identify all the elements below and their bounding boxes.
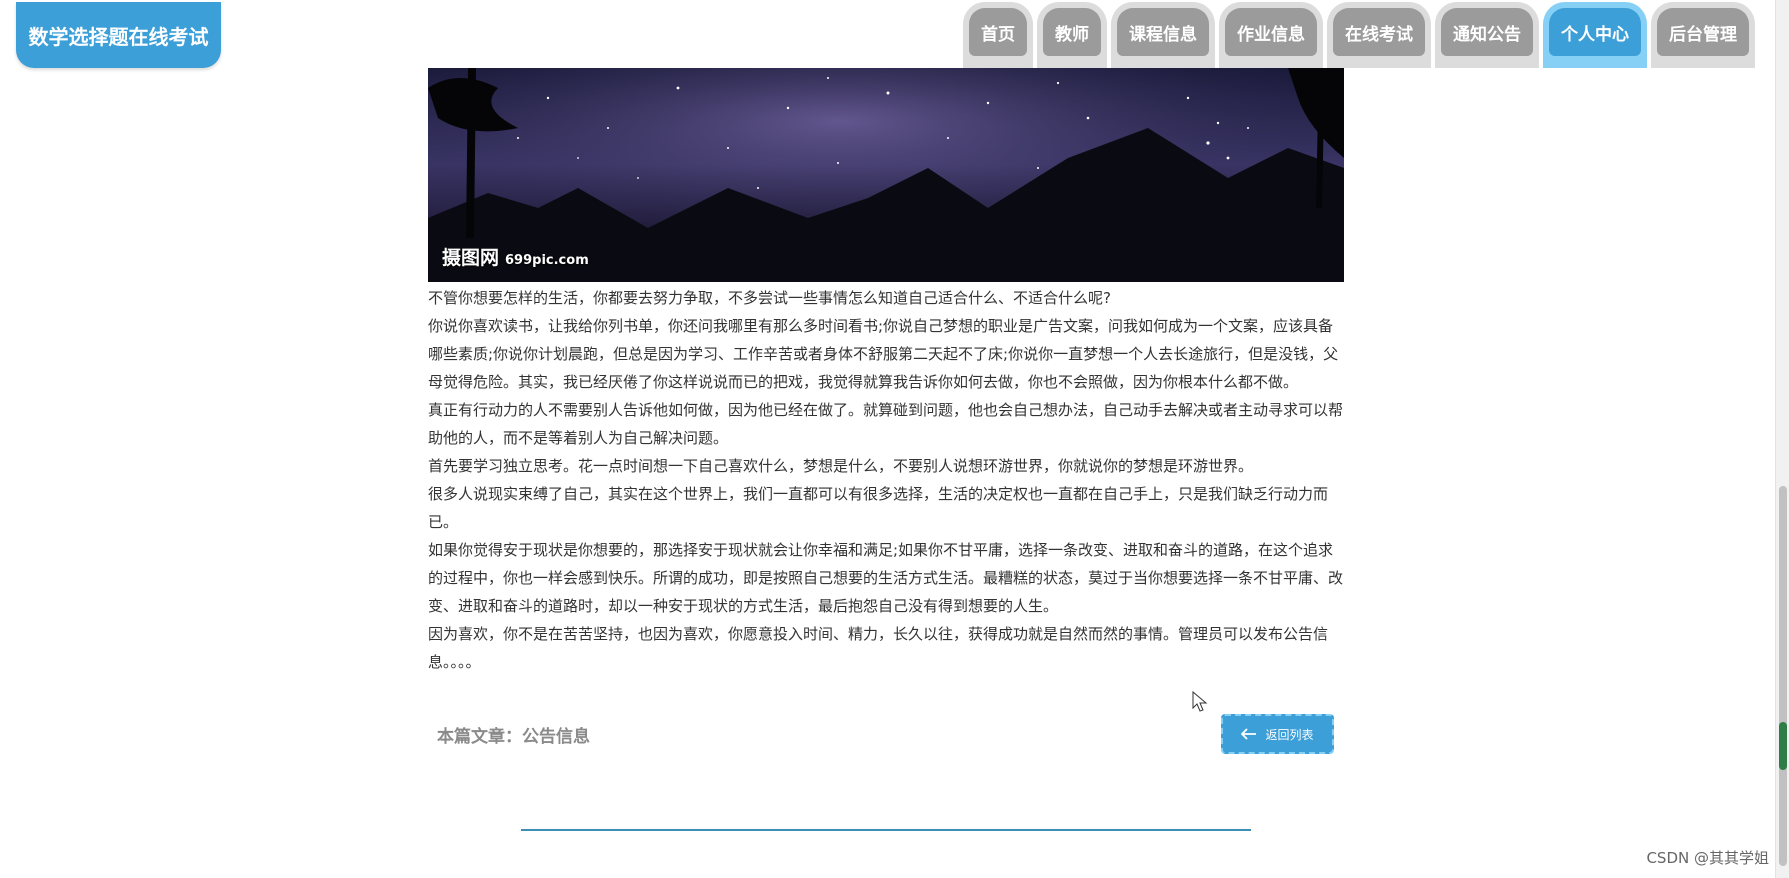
scrollbar-thumb[interactable] <box>1779 486 1787 866</box>
nav-homework-info[interactable]: 作业信息 <box>1219 2 1323 68</box>
nav-admin[interactable]: 后台管理 <box>1651 2 1755 68</box>
footer-divider <box>521 829 1251 831</box>
nav-course-info[interactable]: 课程信息 <box>1111 2 1215 68</box>
back-to-list-label: 返回列表 <box>1265 727 1314 742</box>
article-paragraph: 你说你喜欢读书，让我给你列书单，你还问我哪里有那么多时间看书;你说自己梦想的职业… <box>428 317 1339 391</box>
arrow-left-icon <box>1241 728 1257 740</box>
page: 数学选择题在线考试 首页 教师 课程信息 作业信息 在线考试 通知公告 个人中心… <box>0 0 1789 878</box>
nav-online-exam[interactable]: 在线考试 <box>1327 2 1431 68</box>
scrollbar-marker <box>1779 722 1787 770</box>
article-paragraph: 真正有行动力的人不需要别人告诉他如何做，因为他已经在做了。就算碰到问题，他也会自… <box>428 401 1344 447</box>
mouse-cursor-icon <box>1192 691 1208 712</box>
banner-watermark: 摄图网 699pic.com <box>442 247 589 269</box>
article-body: 不管你想要怎样的生活，你都要去努力争取，不多尝试一些事情怎么知道自己适合什么、不… <box>428 284 1344 676</box>
nav-personal-center[interactable]: 个人中心 <box>1543 2 1647 68</box>
article-category-label: 本篇文章：公告信息 <box>437 727 590 747</box>
article-paragraph: 很多人说现实束缚了自己，其实在这个世界上，我们一直都可以有很多选择，生活的决定权… <box>428 485 1329 531</box>
nav-notice[interactable]: 通知公告 <box>1435 2 1539 68</box>
article-banner-image: 摄图网 699pic.com <box>428 68 1344 282</box>
article-paragraph: 首先要学习独立思考。花一点时间想一下自己喜欢什么，梦想是什么，不要别人说想环游世… <box>428 457 1254 475</box>
article-paragraph: 因为喜欢，你不是在苦苦坚持，也因为喜欢，你愿意投入时间、精力，长久以往，获得成功… <box>428 625 1329 671</box>
site-title: 数学选择题在线考试 <box>28 24 209 49</box>
back-to-list-button[interactable]: 返回列表 <box>1221 714 1334 754</box>
nav-home[interactable]: 首页 <box>963 2 1033 68</box>
csdn-watermark: CSDN @其其学姐 <box>1646 849 1769 867</box>
top-nav: 首页 教师 课程信息 作业信息 在线考试 通知公告 个人中心 后台管理 <box>963 2 1755 68</box>
nav-teacher[interactable]: 教师 <box>1037 2 1107 68</box>
site-brand[interactable]: 数学选择题在线考试 <box>16 2 221 68</box>
article-paragraph: 不管你想要怎样的生活，你都要去努力争取，不多尝试一些事情怎么知道自己适合什么、不… <box>428 289 1111 307</box>
article-paragraph: 如果你觉得安于现状是你想要的，那选择安于现状就会让你幸福和满足;如果你不甘平庸，… <box>428 541 1344 615</box>
page-scrollbar[interactable] <box>1775 0 1789 878</box>
